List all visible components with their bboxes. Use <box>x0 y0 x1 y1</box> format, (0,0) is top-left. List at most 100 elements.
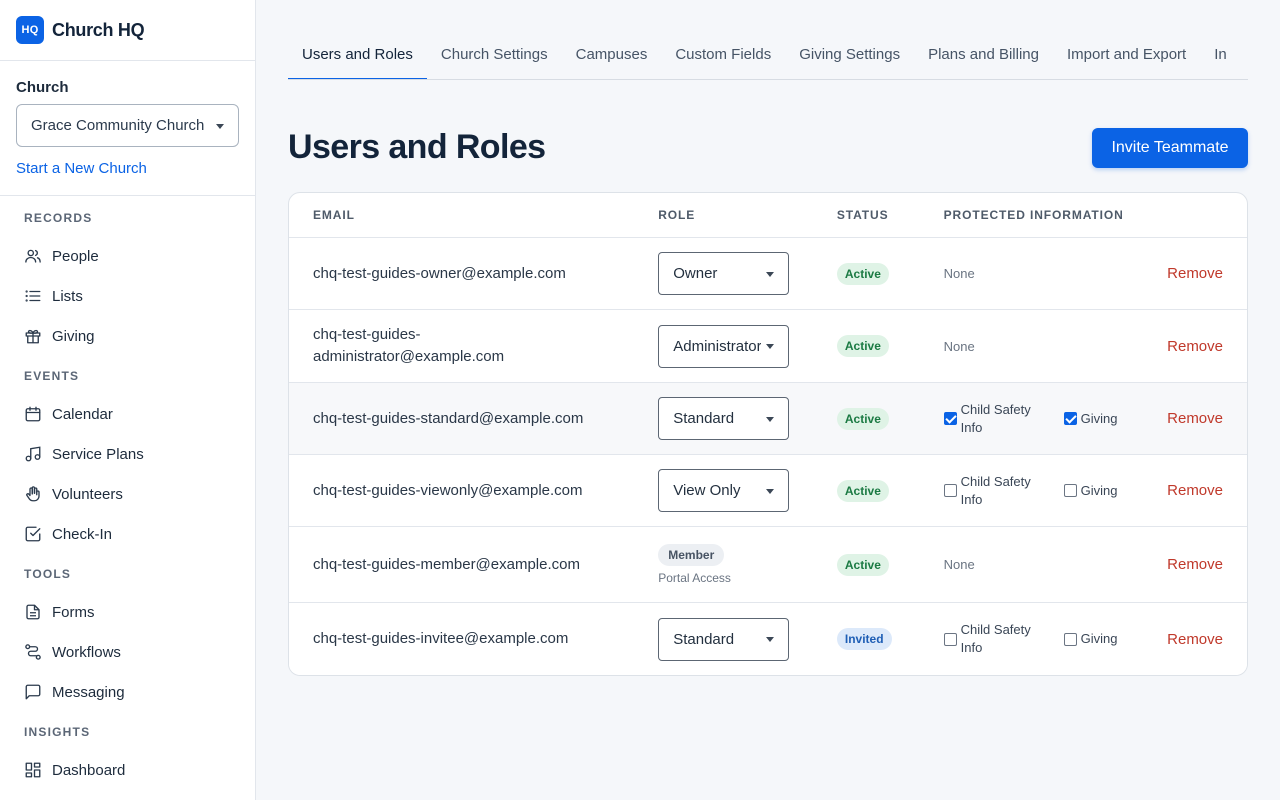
chevron-down-icon <box>766 271 775 277</box>
check-square-icon <box>25 526 41 542</box>
sidebar-item-calendar[interactable]: Calendar <box>0 394 255 434</box>
status-badge: Active <box>836 262 889 285</box>
column-header-email: EMAIL <box>313 208 355 222</box>
user-email: chq-test-guides-owner@example.com <box>313 264 566 282</box>
tab-campuses[interactable]: Campuses <box>562 36 662 79</box>
nav-section-insights: INSIGHTS <box>24 725 91 739</box>
sidebar-item-label: Dashboard <box>52 761 126 779</box>
chevron-down-icon <box>766 416 775 422</box>
sidebar-item-label: Calendar <box>52 405 113 423</box>
document-icon <box>26 604 40 620</box>
chevron-down-icon <box>216 123 224 129</box>
calendar-icon <box>25 406 41 422</box>
brand[interactable]: HQ Church HQ <box>0 0 255 61</box>
giving-label: Giving <box>1080 410 1118 426</box>
tab-custom-fields[interactable]: Custom Fields <box>661 36 785 79</box>
role-select[interactable]: Administrator <box>658 324 790 368</box>
dashboard-icon <box>25 762 41 778</box>
member-badge: Member <box>658 544 725 566</box>
table-row: chq-test-guides- administrator@example.c… <box>289 310 1247 383</box>
portal-access-text: Portal Access <box>658 571 731 585</box>
church-select[interactable]: Grace Community Church <box>16 104 239 147</box>
tab-giving-settings[interactable]: Giving Settings <box>785 36 914 79</box>
table-row: chq-test-guides-standard@example.com Sta… <box>289 383 1247 455</box>
role-select-value: View Only <box>673 482 741 499</box>
role-select[interactable]: Owner <box>658 252 790 295</box>
table-row: chq-test-guides-member@example.com Membe… <box>289 527 1247 603</box>
start-new-church-link[interactable]: Start a New Church <box>16 160 239 177</box>
child-safety-label: Child Safety Info <box>960 401 1031 435</box>
giving-checkbox[interactable] <box>1063 484 1077 497</box>
users-table: EMAIL ROLE STATUS PROTECTED INFORMATION … <box>288 192 1248 676</box>
status-badge: Invited <box>836 628 892 650</box>
sidebar-item-dashboard[interactable]: Dashboard <box>0 750 255 790</box>
music-note-icon <box>25 446 41 462</box>
remove-button[interactable]: Remove <box>1149 338 1247 355</box>
role-select[interactable]: Standard <box>658 397 790 440</box>
status-badge: Active <box>836 407 889 430</box>
role-select[interactable]: View Only <box>658 469 790 512</box>
invite-teammate-button[interactable]: Invite Teammate <box>1092 128 1248 168</box>
protected-none: None <box>943 557 975 572</box>
giving-checkbox[interactable] <box>1063 632 1077 646</box>
sidebar-item-service-plans[interactable]: Service Plans <box>0 434 255 474</box>
table-row: chq-test-guides-owner@example.com Owner … <box>289 238 1247 310</box>
remove-button[interactable]: Remove <box>1149 556 1247 573</box>
child-safety-label: Child Safety Info <box>960 622 1031 655</box>
sidebar-item-label: Messaging <box>52 683 125 701</box>
sidebar-item-label: Service Plans <box>52 445 144 463</box>
chevron-down-icon <box>766 344 775 349</box>
nav-section-records: RECORDS <box>24 211 93 225</box>
sidebar-item-people[interactable]: People <box>0 236 255 276</box>
child-safety-checkbox[interactable] <box>943 412 957 425</box>
brand-logo: HQ <box>16 16 44 44</box>
table-row: chq-test-guides-invitee@example.com Stan… <box>289 603 1247 675</box>
sidebar-item-messaging[interactable]: Messaging <box>0 672 255 712</box>
sidebar-item-lists[interactable]: Lists <box>0 276 255 316</box>
sidebar-item-label: Giving <box>52 327 95 345</box>
tab-church-settings[interactable]: Church Settings <box>427 36 562 79</box>
user-email-line: chq-test-guides- <box>313 326 421 343</box>
tab-plans-and-billing[interactable]: Plans and Billing <box>914 36 1053 79</box>
sidebar-item-label: Workflows <box>52 643 121 661</box>
remove-button[interactable]: Remove <box>1149 410 1247 427</box>
tab-import-and-export[interactable]: Import and Export <box>1053 36 1200 79</box>
sidebar-item-volunteers[interactable]: Volunteers <box>0 474 255 514</box>
column-header-status: STATUS <box>836 208 889 222</box>
child-safety-checkbox[interactable] <box>943 632 957 646</box>
church-switcher: Church Grace Community Church Start a Ne… <box>0 61 255 196</box>
chevron-down-icon <box>766 637 775 642</box>
tab-overflow[interactable]: In <box>1200 36 1241 79</box>
sidebar-item-label: Lists <box>52 287 83 305</box>
user-email: chq-test-guides-standard@example.com <box>313 409 584 427</box>
child-safety-label: Child Safety Info <box>960 473 1031 507</box>
tab-users-and-roles[interactable]: Users and Roles <box>288 36 427 79</box>
giving-checkbox[interactable] <box>1063 412 1077 425</box>
giving-label: Giving <box>1080 482 1118 498</box>
remove-button[interactable]: Remove <box>1149 265 1247 282</box>
church-label: Church <box>16 79 69 96</box>
sidebar-item-label: Volunteers <box>52 485 123 503</box>
status-badge: Active <box>836 479 889 502</box>
sidebar-item-check-in[interactable]: Check-In <box>0 514 255 554</box>
child-safety-checkbox[interactable] <box>943 484 957 497</box>
settings-tabs: Users and Roles Church Settings Campuses… <box>288 36 1248 80</box>
nav-section-events: EVENTS <box>24 369 80 383</box>
sidebar-item-forms[interactable]: Forms <box>0 592 255 632</box>
remove-button[interactable]: Remove <box>1149 482 1247 499</box>
sidebar: HQ Church HQ Church Grace Community Chur… <box>0 0 256 800</box>
sidebar-item-giving[interactable]: Giving <box>0 316 255 356</box>
user-email: chq-test-guides-invitee@example.com <box>313 630 569 647</box>
column-header-protected: PROTECTED INFORMATION <box>943 208 1124 222</box>
page-title: Users and Roles <box>288 128 546 166</box>
sidebar-item-workflows[interactable]: Workflows <box>0 632 255 672</box>
user-email: chq-test-guides- administrator@example.c… <box>289 324 634 368</box>
role-select[interactable]: Standard <box>658 617 790 661</box>
table-header: EMAIL ROLE STATUS PROTECTED INFORMATION <box>289 193 1247 238</box>
sidebar-nav: RECORDS People Lists Giving EVENTS Calen… <box>0 196 255 790</box>
user-email: chq-test-guides-viewonly@example.com <box>313 481 583 499</box>
status-badge: Active <box>836 335 889 357</box>
remove-button[interactable]: Remove <box>1149 631 1247 648</box>
nav-section-tools: TOOLS <box>24 567 72 581</box>
user-email-line: administrator@example.com <box>313 348 505 365</box>
